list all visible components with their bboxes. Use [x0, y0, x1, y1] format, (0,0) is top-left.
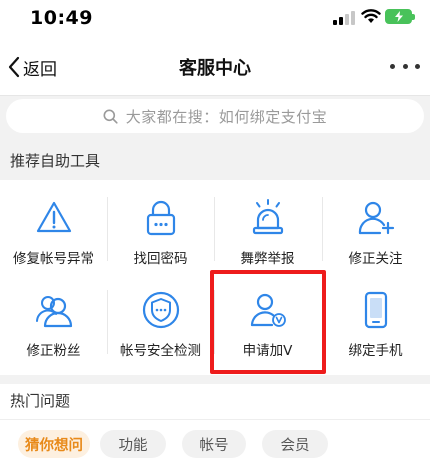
tool-fix-following[interactable]: 修正关注 [322, 186, 429, 278]
tool-label: 修复帐号异常 [13, 251, 94, 267]
tool-label: 绑定手机 [348, 343, 403, 359]
shield-icon [142, 291, 179, 329]
status-bar: 10:49 [0, 0, 430, 38]
more-options-button[interactable] [390, 64, 420, 72]
user-verified-icon [250, 293, 286, 327]
tool-label: 修正关注 [348, 251, 403, 267]
navigation-bar: 返回 客服中心 [0, 38, 430, 96]
search-icon [103, 109, 118, 124]
tab-membership[interactable]: 会员 [262, 430, 328, 458]
tab-features[interactable]: 功能 [100, 430, 166, 458]
search-placeholder: 大家都在搜：如何绑定支付宝 [125, 107, 328, 126]
search-input[interactable]: 大家都在搜：如何绑定支付宝 [6, 99, 424, 133]
tool-recover-password[interactable]: 找回密码 [107, 186, 214, 278]
signal-icon [333, 11, 355, 25]
lock-icon [146, 200, 175, 236]
tool-label: 舞弊举报 [240, 251, 295, 267]
user-add-icon [358, 201, 394, 235]
page-title: 客服中心 [179, 58, 251, 79]
status-time: 10:49 [30, 7, 93, 29]
hot-question-tabs: 猜你想问 功能 帐号 会员 [0, 420, 430, 469]
tool-bind-phone[interactable]: 绑定手机 [322, 278, 429, 370]
warning-icon [36, 201, 71, 233]
battery-icon [385, 9, 415, 24]
tool-label: 申请加V [242, 343, 293, 359]
search-area: 大家都在搜：如何绑定支付宝 [0, 96, 430, 140]
tool-label: 修正粉丝 [26, 343, 81, 359]
hot-section-title: 热门问题 [10, 392, 71, 410]
tools-section-title: 推荐自助工具 [10, 152, 101, 170]
wifi-icon [361, 9, 381, 23]
phone-icon [364, 291, 387, 329]
users-icon [35, 296, 72, 328]
customer-service-page: 10:49 返回 客服中心 大家都在搜：如何绑定支付宝 推荐自助工具 修复帐号异… [0, 0, 430, 469]
tool-fix-account[interactable]: 修复帐号异常 [0, 186, 107, 278]
tools-grid: 修复帐号异常 找回密码 舞弊举报 修正关注 修正粉丝 帐号安全检测 申请加V 绑… [0, 180, 430, 375]
hot-section-header: 热门问题 [0, 384, 430, 420]
tab-account[interactable]: 帐号 [182, 430, 246, 458]
alarm-light-icon [252, 199, 283, 235]
section-gap [0, 375, 430, 384]
tab-guess[interactable]: 猜你想问 [18, 430, 90, 458]
tool-apply-verified[interactable]: 申请加V [214, 278, 321, 370]
tool-label: 帐号安全检测 [120, 343, 201, 359]
tool-label: 找回密码 [133, 251, 188, 267]
tools-section-header: 推荐自助工具 [0, 140, 430, 180]
tool-fraud-report[interactable]: 舞弊举报 [214, 186, 321, 278]
tool-fix-fans[interactable]: 修正粉丝 [0, 278, 107, 370]
tool-account-security[interactable]: 帐号安全检测 [107, 278, 214, 370]
